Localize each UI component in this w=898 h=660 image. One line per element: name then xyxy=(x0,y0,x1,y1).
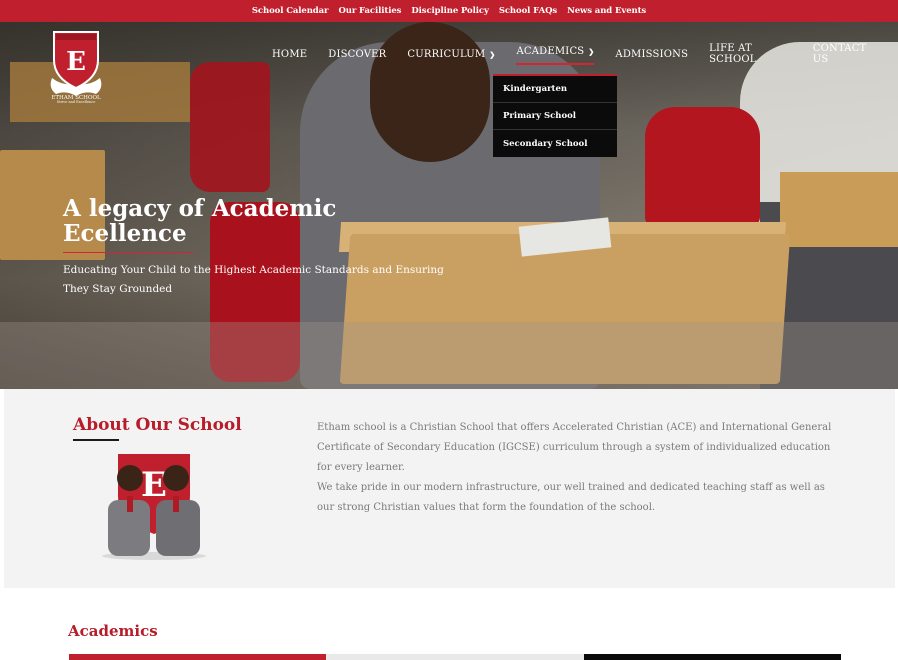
about-title-underline xyxy=(73,439,119,441)
link-discipline-policy[interactable]: Discipline Policy xyxy=(411,6,489,16)
nav-academics[interactable]: ACADEMICS ❯ xyxy=(516,43,595,65)
chevron-down-icon: ❯ xyxy=(588,47,595,56)
nav-admissions-label: ADMISSIONS xyxy=(615,48,689,60)
hero-bg-jacket xyxy=(190,62,270,192)
nav-discover-label: DISCOVER xyxy=(328,48,387,60)
dropdown-item-primary-school[interactable]: Primary School xyxy=(493,103,617,130)
nav-life-at-school-label: LIFE AT SCHOOL xyxy=(709,43,757,65)
hero-title-line2: Ecellence xyxy=(63,220,187,247)
nav-admissions[interactable]: ADMISSIONS xyxy=(615,43,688,65)
hero-floor xyxy=(0,322,898,389)
nav-discover[interactable]: DISCOVER xyxy=(328,43,386,65)
nav-curriculum[interactable]: CURRICULUM ❯ xyxy=(407,43,495,65)
about-students-image: E xyxy=(102,454,206,560)
nav-contact-us[interactable]: CONTACT US xyxy=(813,43,877,65)
nav-home[interactable]: HOME xyxy=(272,43,307,65)
hero-bg-jacket-right xyxy=(645,107,760,227)
main-navigation: HOME DISCOVER CURRICULUM ❯ ACADEMICS ❯ ADM… xyxy=(272,43,898,65)
nav-contact-us-label: CONTACT US xyxy=(812,43,867,65)
top-utility-bar: School Calendar Our Facilities Disciplin… xyxy=(0,0,898,22)
academics-card-secondary[interactable] xyxy=(584,654,841,660)
nav-life-at-school[interactable]: LIFE AT SCHOOL xyxy=(709,43,792,65)
dropdown-item-kindergarten[interactable]: Kindergarten xyxy=(493,76,617,103)
academics-dropdown-menu: Kindergarten Primary School Secondary Sc… xyxy=(493,74,617,157)
link-news-and-events[interactable]: News and Events xyxy=(567,6,646,16)
nav-curriculum-label: CURRICULUM xyxy=(407,48,486,60)
about-text: Etham school is a Christian School that … xyxy=(317,418,837,518)
academics-title: Academics xyxy=(68,622,158,640)
hero-subtitle: Educating Your Child to the Highest Acad… xyxy=(63,264,444,295)
hero-title: A legacy of Academic Ecellence xyxy=(63,196,383,246)
about-paragraph-2: We take pride in our modern infrastructu… xyxy=(317,482,825,513)
nav-home-label: HOME xyxy=(272,48,308,60)
logo-tagline: Strive and Excellence xyxy=(56,100,96,105)
nav-academics-label: ACADEMICS xyxy=(516,46,585,57)
link-school-calendar[interactable]: School Calendar xyxy=(252,6,329,16)
academics-card-primary[interactable] xyxy=(326,654,584,660)
link-our-facilities[interactable]: Our Facilities xyxy=(338,6,401,16)
svg-text:E: E xyxy=(141,465,167,505)
academics-card-kindergarten[interactable] xyxy=(69,654,326,660)
school-logo[interactable]: E xyxy=(44,26,108,106)
hero-divider xyxy=(63,252,193,253)
dropdown-item-secondary-school[interactable]: Secondary School xyxy=(493,130,617,157)
link-school-faqs[interactable]: School FAQs xyxy=(499,6,557,16)
hero-bg-desk-right xyxy=(780,172,898,247)
about-title: About Our School xyxy=(73,415,242,435)
about-paragraph-1: Etham school is a Christian School that … xyxy=(317,422,832,473)
logo-letter: E xyxy=(66,47,86,77)
logo-caption: ETHAM SCHOOL Strive and Excellence xyxy=(44,95,108,105)
chevron-down-icon: ❯ xyxy=(489,49,496,59)
hero-title-line1: A legacy of Academic xyxy=(63,195,337,222)
